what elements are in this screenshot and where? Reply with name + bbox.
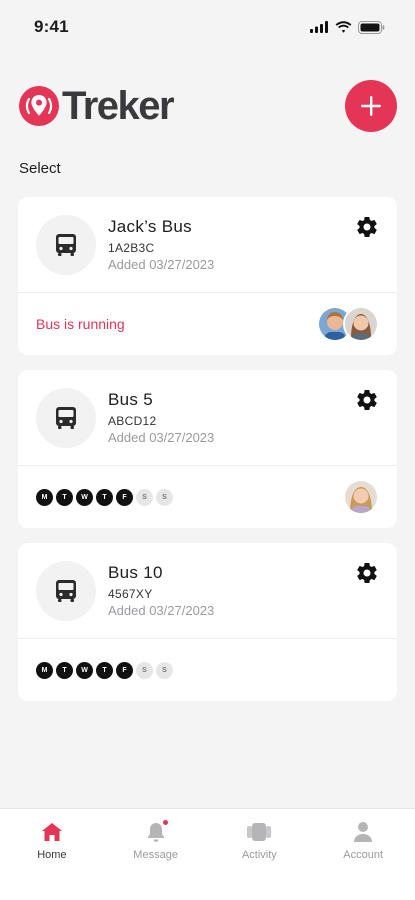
day-thursday: T [96,488,113,506]
gear-icon [357,217,377,238]
day-sunday: S [156,661,173,679]
bus-added-date: Added 03/27/2023 [108,430,215,445]
wifi-icon [335,21,352,33]
bus-icon [56,406,76,429]
section-label: Select [19,160,61,177]
bus-card[interactable]: Bus 5 ABCD12 Added 03/27/2023 M T W T F … [18,370,397,528]
day-monday: M [36,661,53,679]
bell-icon [147,823,164,842]
day-wednesday: W [76,661,93,679]
bus-name: Bus 10 [108,563,163,582]
day-friday: F [116,661,133,679]
unread-badge-dot [162,820,168,825]
nav-label: Home [37,849,67,861]
battery-icon [358,20,385,34]
nav-item-activity[interactable]: Activity [219,819,299,900]
plus-icon [361,96,381,116]
cellular-signal-icon [310,21,328,33]
nav-label: Message [133,849,178,861]
day-saturday: S [136,488,153,506]
bus-avatar [36,214,96,275]
bus-card[interactable]: Jack’s Bus 1A2B3C Added 03/27/2023 Bus i… [18,197,397,355]
bus-settings-button[interactable] [355,561,379,585]
bus-icon [56,579,76,602]
home-icon [41,823,62,841]
gear-icon [357,390,377,411]
day-saturday: S [136,661,153,679]
bus-icon [56,233,76,256]
bus-name: Jack’s Bus [108,217,192,236]
bus-settings-button[interactable] [355,215,379,239]
nav-label: Activity [241,849,277,861]
bus-avatar [36,387,96,448]
schedule-days: M T W T F S S [36,661,173,679]
bus-name: Bus 5 [108,390,153,409]
rider-avatars [317,306,379,342]
day-wednesday: W [76,488,93,506]
bus-status-text: Bus is running [36,316,125,332]
bus-card-list: Jack’s Bus 1A2B3C Added 03/27/2023 Bus i… [18,197,397,716]
brand-logo: Treker [18,83,175,129]
status-time: 9:41 [34,17,69,36]
bus-card[interactable]: Bus 10 4567XY Added 03/27/2023 M T W T F… [18,543,397,701]
gear-icon [357,563,377,584]
status-icons [310,20,385,34]
day-tuesday: T [56,488,73,506]
day-sunday: S [156,488,173,506]
girl-avatar[interactable] [343,306,379,342]
activity-icon [247,823,272,841]
header: Treker [18,78,397,134]
nav-item-account[interactable]: Account [323,819,403,900]
girl-avatar[interactable] [343,479,379,515]
nav-item-message[interactable]: Message [116,819,196,900]
bus-plate: 1A2B3C [108,241,155,255]
day-thursday: T [96,661,113,679]
bus-added-date: Added 03/27/2023 [108,603,215,618]
day-friday: F [116,488,133,506]
bus-plate: ABCD12 [108,414,157,428]
nav-label: Account [343,849,383,861]
brand-name: Treker [62,83,175,128]
day-monday: M [36,488,53,506]
bus-settings-button[interactable] [355,388,379,412]
day-tuesday: T [56,661,73,679]
bus-added-date: Added 03/27/2023 [108,257,215,272]
nav-item-home[interactable]: Home [12,819,92,900]
add-bus-button[interactable] [345,80,397,132]
rider-avatars [343,479,379,515]
bus-avatar [36,560,96,621]
person-icon [354,822,373,842]
bus-plate: 4567XY [108,587,153,601]
status-bar: 9:41 [0,0,415,54]
schedule-days: M T W T F S S [36,488,173,506]
bottom-nav: Home Message Activity Account [0,808,415,900]
location-pin-logo-icon [19,86,59,126]
